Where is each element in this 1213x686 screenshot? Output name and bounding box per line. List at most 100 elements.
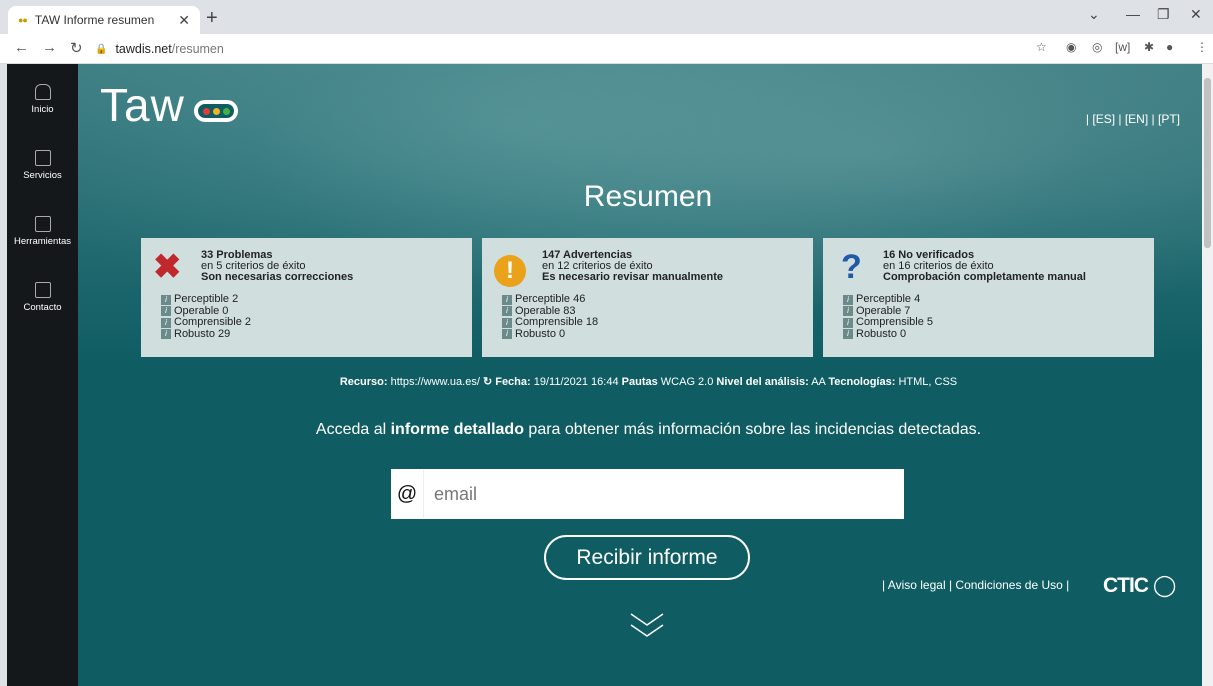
recibir-informe-button[interactable]: Recibir informe (544, 535, 750, 580)
cta-after: para obtener más información sobre las i… (523, 421, 982, 438)
red-dot-icon (203, 108, 210, 115)
sidebar-item-herramientas[interactable]: Herramientas (7, 216, 78, 247)
sidebar-item-label: Contacto (23, 302, 62, 313)
nivel-value: AA (811, 376, 826, 388)
lang-en-link[interactable]: [EN] (1125, 112, 1148, 126)
restore-icon[interactable]: ❐ (1157, 6, 1170, 23)
lang-es-link[interactable]: [ES] (1092, 112, 1115, 126)
list-item-label: Robusto 0 (856, 327, 907, 340)
card-header: 33 Problemas en 5 criterios de éxito Son… (201, 250, 353, 283)
list-item-label: Robusto 29 (174, 327, 231, 340)
info-icon: i (161, 317, 171, 328)
browser-tab[interactable]: ●● TAW Informe resumen ✕ (8, 6, 200, 34)
forward-icon[interactable]: → (42, 39, 57, 56)
extensions-puzzle-icon[interactable]: ✱ (1144, 40, 1154, 54)
fecha-value: 19/11/2021 16:44 (533, 376, 619, 388)
analysis-meta: Recurso: https://www.ua.es/ ↻ Fecha: 19/… (78, 375, 1202, 388)
recurso-value: https://www.ua.es/ (390, 376, 480, 388)
info-icon: i (843, 329, 853, 340)
list-item-label: Perceptible 2 (174, 293, 239, 305)
info-icon: i (843, 317, 853, 328)
extension-bracket-icon[interactable]: [w] (1115, 40, 1130, 54)
new-tab-icon[interactable]: + (206, 7, 218, 30)
taw-logo-traffic-icon (194, 100, 238, 122)
card-note: Son necesarias correcciones (201, 271, 354, 283)
criteria-list: i Perceptible 2 i Operable 0 i Comprensible… (161, 293, 252, 341)
scrollbar-thumb[interactable] (1204, 78, 1211, 248)
cta-text: Acceda al informe detallado para obtener… (78, 421, 1202, 439)
recurso-label: Recurso: (339, 376, 388, 388)
sidebar-item-inicio[interactable]: Inicio (7, 84, 78, 115)
list-item-label: Comprensible 2 (174, 316, 252, 328)
url-host: tawdis.net (115, 42, 172, 56)
list-item: i Robusto 29 (161, 327, 251, 341)
url-path: /resumen (171, 42, 224, 56)
info-icon: i (502, 306, 512, 317)
card-header: 16 No verificados en 16 criterios de éxi… (883, 250, 1086, 283)
extension-circle-icon[interactable]: ◎ (1092, 40, 1102, 54)
close-window-icon[interactable]: ✕ (1190, 6, 1202, 23)
nivel-label: Nivel del análisis: (716, 376, 809, 388)
info-icon: i (502, 294, 512, 305)
at-icon: @ (396, 482, 418, 505)
info-icon: i (502, 317, 512, 328)
pautas-label: Pautas (621, 376, 658, 388)
language-selector: | [ES] | [EN] | [PT] (1085, 112, 1180, 126)
criteria-list: i Perceptible 4 i Operable 7 i Comprensible… (843, 293, 933, 340)
profile-avatar-icon[interactable]: ● (1166, 40, 1173, 54)
green-dot-icon (223, 108, 230, 115)
page-title: Resumen (583, 180, 713, 213)
list-item: i Perceptible 2 (161, 293, 251, 306)
extension-w-icon[interactable]: ◉ (1066, 40, 1076, 54)
error-cross-icon: ✖ (153, 248, 182, 286)
list-item: i Robusto 0 (502, 327, 598, 341)
summary-card-warnings: ! 147 Advertencias en 12 criterios de éx… (482, 238, 813, 357)
lock-icon: 🔒 (95, 43, 108, 55)
info-icon: i (502, 329, 512, 340)
yellow-dot-icon (213, 108, 220, 115)
briefcase-icon (34, 150, 51, 166)
cta-strong: informe detallado (390, 421, 524, 438)
refresh-icon[interactable]: ↻ (483, 376, 492, 388)
condiciones-link[interactable]: Condiciones de Uso (955, 578, 1062, 592)
card-note: Comprobación completamente manual (883, 271, 1086, 283)
list-item: i Comprensible 2 (161, 316, 252, 329)
list-item-label: Robusto 0 (515, 327, 566, 340)
email-input[interactable] (423, 470, 904, 518)
main-page: Taw | [ES] | [EN] | [PT] Resumen ✖ 33 Pr… (78, 64, 1202, 686)
bookmark-star-icon[interactable]: ☆ (1036, 40, 1047, 54)
sidebar-item-label: Inicio (31, 104, 54, 115)
mail-icon (34, 282, 51, 298)
back-icon[interactable]: ← (14, 39, 29, 56)
ctic-brand: CTIC (1103, 574, 1149, 597)
home-icon (34, 84, 51, 100)
info-icon: i (843, 294, 853, 305)
ctic-logo[interactable]: CTIC ◯ (1103, 573, 1176, 598)
footer-links: | Aviso legal | Condiciones de Uso | (882, 578, 1070, 592)
card-note: Es necesario revisar manualmente (542, 271, 723, 283)
tab-close-icon[interactable]: ✕ (178, 12, 190, 29)
warning-icon: ! (494, 250, 526, 287)
minimize-icon[interactable]: — (1126, 6, 1140, 22)
aviso-legal-link[interactable]: Aviso legal (888, 578, 946, 592)
list-item: i Perceptible 4 (843, 293, 933, 306)
ctic-ring-icon: ◯ (1152, 574, 1176, 597)
sidebar-item-contacto[interactable]: Contacto (7, 282, 78, 313)
info-icon: i (161, 294, 171, 305)
menu-kebab-icon[interactable]: ⋮ (1196, 40, 1208, 54)
lang-pt-link[interactable]: [PT] (1158, 112, 1180, 126)
grid-icon (34, 216, 51, 232)
list-item: i Comprensible 18 (502, 316, 598, 329)
sidebar-item-servicios[interactable]: Servicios (7, 150, 78, 181)
page-scrollbar[interactable] (1202, 64, 1213, 686)
tab-search-icon[interactable]: ⌄ (1088, 6, 1100, 23)
sidebar-item-label: Servicios (23, 170, 62, 181)
taw-logo[interactable]: Taw (100, 78, 185, 132)
info-icon: i (161, 329, 171, 340)
tecnologias-value: HTML, CSS (898, 376, 958, 388)
list-item-label: Perceptible 46 (515, 293, 586, 305)
scroll-down-chevron-icon[interactable] (629, 612, 665, 640)
address-bar[interactable]: 🔒 tawdis.net/resumen (95, 38, 1040, 60)
reload-icon[interactable]: ↻ (70, 39, 83, 57)
info-icon: i (843, 306, 853, 317)
